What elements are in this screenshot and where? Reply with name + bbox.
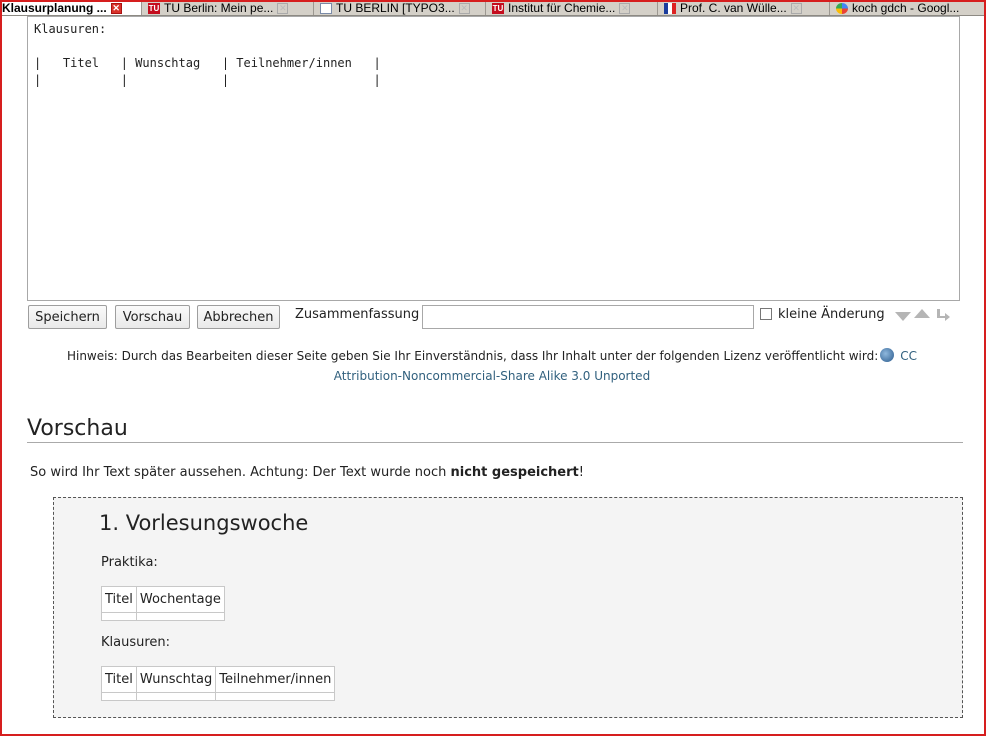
document-icon [320, 2, 332, 14]
table-row [101, 612, 225, 621]
close-tab-icon[interactable]: ✕ [790, 2, 802, 14]
close-tab-icon[interactable]: ✕ [110, 2, 122, 14]
tab-label: Prof. C. van Wülle... [680, 1, 787, 15]
arrow-return-icon [937, 309, 950, 321]
minor-edit-label: kleine Änderung [778, 307, 885, 322]
license-link-cc[interactable]: CC [900, 349, 917, 363]
tab-label: TU BERLIN [TYPO3... [336, 1, 455, 15]
globe-icon [880, 348, 895, 362]
license-notice: Hinweis: Durch das Bearbeiten dieser Sei… [40, 346, 944, 386]
tab-label: TU Berlin: Mein pe... [164, 1, 274, 15]
table-row [101, 692, 336, 701]
tab-prof-van-wuellen[interactable]: Prof. C. van Wülle... ✕ [658, 0, 830, 15]
license-link[interactable]: Attribution-Noncommercial-Share Alike 3.… [334, 369, 650, 383]
minor-edit-checkbox[interactable] [760, 308, 772, 320]
tu-logo-icon: TU [148, 2, 160, 14]
tab-label: Institut für Chemie... [508, 1, 616, 15]
save-button[interactable]: Speichern [28, 305, 107, 329]
close-tab-icon[interactable]: ✕ [277, 2, 289, 14]
preview-button[interactable]: Vorschau [115, 305, 190, 329]
table-header-cell: Teilnehmer/innen [215, 666, 336, 693]
tab-klausurplanung[interactable]: Klausurplanung ... ✕ [0, 0, 142, 15]
tab-institut-chemie[interactable]: TU Institut für Chemie... ✕ [486, 0, 658, 15]
preview-note-suffix: ! [578, 465, 584, 480]
table-header-cell: Wochentage [135, 586, 225, 613]
google-icon [836, 2, 848, 14]
browser-tab-bar: Klausurplanung ... ✕ TU TU Berlin: Mein … [0, 0, 986, 16]
week-heading: 1. Vorlesungswoche [99, 511, 309, 535]
table-header-cell: Titel [101, 586, 137, 613]
close-tab-icon[interactable]: ✕ [619, 2, 631, 14]
klausuren-table: Titel Wunschtag Teilnehmer/innen [101, 666, 336, 701]
arrow-up-icon [914, 309, 930, 318]
tab-tu-berlin-typo3[interactable]: TU BERLIN [TYPO3... ✕ [314, 0, 486, 15]
tab-koch-gdch-google[interactable]: koch gdch - Googl... [830, 0, 986, 15]
flag-icon [664, 2, 676, 14]
praktika-label: Praktika: [101, 555, 158, 570]
summary-input[interactable] [422, 305, 754, 329]
close-tab-icon[interactable]: ✕ [458, 2, 470, 14]
table-header-row: Titel Wunschtag Teilnehmer/innen [101, 666, 336, 693]
preview-note: So wird Ihr Text später aussehen. Achtun… [30, 465, 584, 480]
notice-text: Hinweis: Durch das Bearbeiten dieser Sei… [66, 349, 879, 363]
summary-label: Zusammenfassung [295, 307, 420, 322]
arrow-down-icon [895, 312, 911, 321]
tu-logo-icon: TU [492, 2, 504, 14]
praktika-table: Titel Wochentage [101, 586, 225, 621]
cancel-button[interactable]: Abbrechen [197, 305, 280, 329]
table-header-cell: Titel [101, 666, 137, 693]
preview-note-prefix: So wird Ihr Text später aussehen. Achtun… [30, 465, 451, 480]
tab-tu-berlin-mein[interactable]: TU TU Berlin: Mein pe... ✕ [142, 0, 314, 15]
arrow-icons [895, 309, 950, 321]
preview-heading: Vorschau [27, 416, 963, 443]
tab-label: Klausurplanung ... [2, 1, 107, 15]
preview-content-box: 1. Vorlesungswoche Praktika: Titel Woche… [53, 497, 963, 718]
table-header-cell: Wunschtag [135, 666, 217, 693]
preview-note-bold: nicht gespeichert [450, 465, 579, 480]
tab-label: koch gdch - Googl... [852, 1, 960, 15]
table-header-row: Titel Wochentage [101, 586, 225, 613]
toolbar-arrows [893, 307, 953, 323]
wikitext-editor[interactable]: Klausuren: | Titel | Wunschtag | Teilneh… [27, 16, 960, 301]
klausuren-label: Klausuren: [101, 635, 171, 650]
